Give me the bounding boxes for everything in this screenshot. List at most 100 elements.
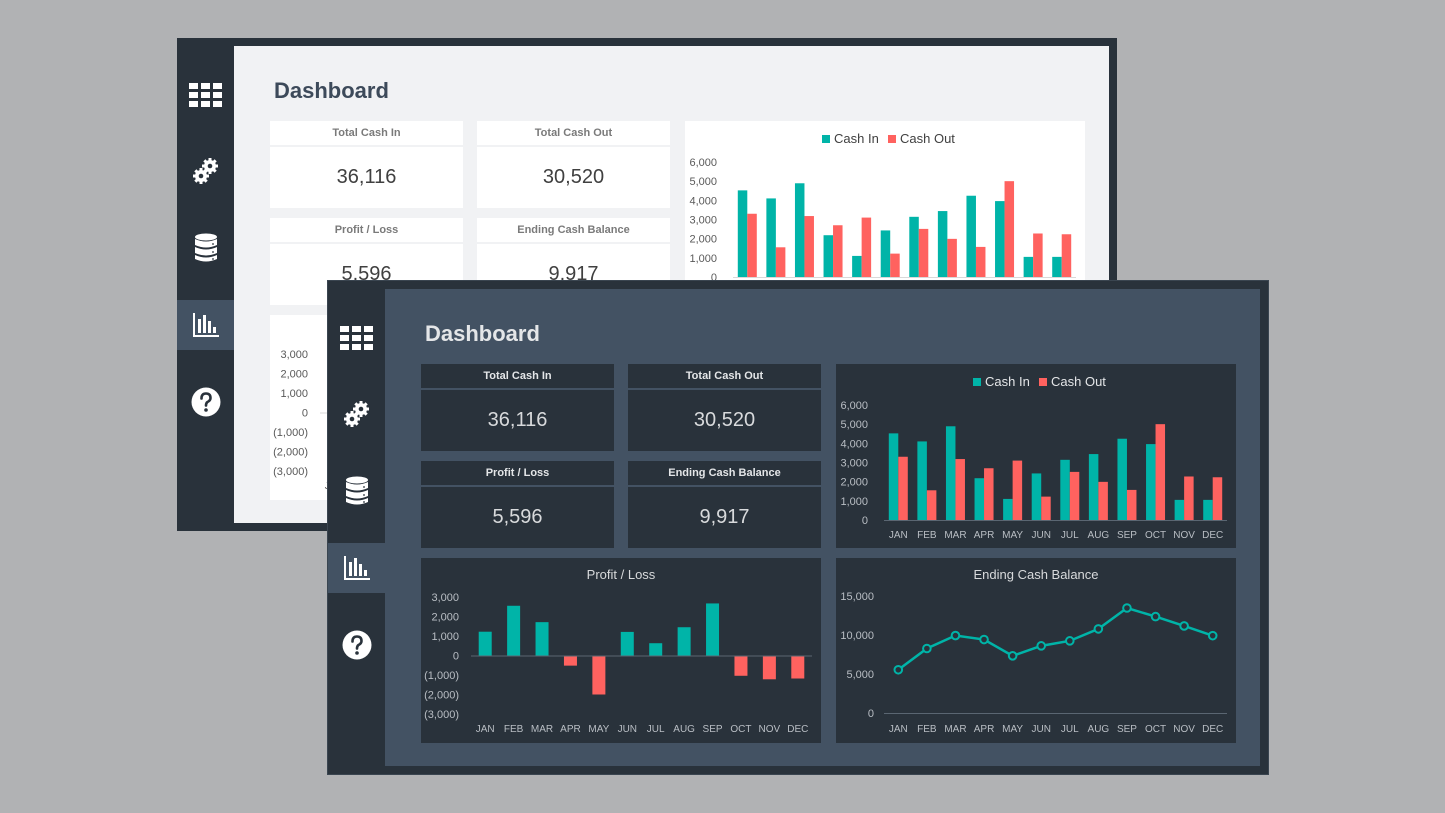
cash-in-out-chart: Cash In Cash Out 0 1,000 2,000 3,000 4,000 5,00… <box>685 121 1085 305</box>
x-tick-label: APR <box>974 530 995 541</box>
y-tick-label: 10,000 <box>840 630 874 642</box>
bar-cash-out-jul <box>918 228 929 277</box>
x-tick-label: JUN <box>1031 724 1050 735</box>
legend-label: Cash Out <box>1051 374 1106 389</box>
card-total-cash-in: Total Cash In 36,116 <box>270 121 463 208</box>
bar-chart-icon <box>192 311 220 339</box>
sidebar-item-bar-chart[interactable] <box>177 300 234 350</box>
y-tick-label: 5,000 <box>846 669 874 681</box>
card-value: 36,116 <box>270 147 463 208</box>
point-jul <box>1064 636 1075 646</box>
point-nov <box>1179 621 1189 631</box>
bar-cash-in-jun <box>880 230 891 277</box>
legend-swatch-cash-in <box>973 378 981 386</box>
bar-cash-out-oct <box>1004 181 1015 277</box>
gears-icon <box>343 400 371 428</box>
card-total-cash-out: Total Cash Out 30,520 <box>477 121 670 208</box>
bar-cash-out-jun <box>890 253 900 277</box>
x-tick-label: AUG <box>673 724 695 735</box>
legend: Cash In Cash Out <box>822 131 955 146</box>
card-value: 30,520 <box>628 390 821 451</box>
y-tick-label: 4,000 <box>689 195 717 207</box>
point-mar <box>950 630 961 641</box>
bar-cash-in-nov <box>1023 256 1034 277</box>
bar-cash-in-may <box>852 255 862 277</box>
sidebar-item-gears[interactable] <box>328 389 385 439</box>
y-tick-label: 2,000 <box>689 234 717 246</box>
sidebar-item-database[interactable] <box>328 466 385 516</box>
bar-cash-out-sep <box>1126 489 1137 520</box>
card-value: 5,596 <box>421 487 614 548</box>
bar-profit-loss-nov <box>762 655 776 680</box>
card-label: Total Cash Out <box>477 121 670 145</box>
y-tick-label: 1,000 <box>431 631 459 643</box>
x-tick-label: DEC <box>787 724 808 735</box>
legend-swatch-cash-in <box>822 135 830 143</box>
point-sep <box>1122 603 1132 613</box>
bar-cash-in-dec <box>1052 256 1062 277</box>
y-tick-label: (3,000) <box>424 709 459 721</box>
bar-cash-out-nov <box>1184 476 1194 520</box>
y-tick-label: (3,000) <box>273 466 308 478</box>
sidebar-item-bar-chart[interactable] <box>328 543 385 593</box>
y-tick-label: 3,000 <box>280 349 308 361</box>
dashboard-content: Dashboard Total Cash In 36,116 Total Cas… <box>385 289 1260 766</box>
point-aug <box>1093 624 1104 634</box>
x-tick-label: AUG <box>1088 530 1110 541</box>
gears-icon <box>192 157 220 185</box>
x-tick-label: OCT <box>1145 530 1166 541</box>
bar-profit-loss-jul <box>649 643 663 656</box>
x-tick-label: OCT <box>730 724 751 735</box>
bar-cash-in-mar <box>945 426 956 520</box>
y-tick-label: 2,000 <box>840 477 868 489</box>
bar-cash-out-aug <box>1098 481 1108 520</box>
sidebar-item-help[interactable] <box>328 620 385 670</box>
bar-cash-in-jul <box>1060 459 1070 520</box>
y-tick-label: 6,000 <box>689 157 717 169</box>
y-tick-label: 0 <box>862 515 868 527</box>
x-tick-label: MAR <box>944 724 966 735</box>
bar-cash-out-jun <box>1041 496 1051 520</box>
bar-cash-in-feb <box>766 198 776 277</box>
x-tick-label: JAN <box>476 724 495 735</box>
x-tick-label: FEB <box>917 530 937 541</box>
sidebar-item-help[interactable] <box>177 377 234 427</box>
card-label: Ending Cash Balance <box>477 218 670 242</box>
bar-cash-out-may <box>861 217 872 277</box>
card-value: 30,520 <box>477 147 670 208</box>
x-tick-label: MAY <box>1002 530 1023 541</box>
bar-profit-loss-aug <box>677 627 691 656</box>
y-tick-label: 1,000 <box>689 253 717 265</box>
sidebar-item-gears[interactable] <box>177 146 234 196</box>
sidebar-item-database[interactable] <box>177 223 234 273</box>
bar-cash-out-sep <box>975 246 986 277</box>
bar-cash-in-sep <box>966 195 976 277</box>
bar-cash-out-apr <box>984 468 994 520</box>
x-tick-label: JUL <box>647 724 665 735</box>
sidebar-item-grid[interactable] <box>328 313 385 363</box>
bar-profit-loss-apr <box>563 655 577 666</box>
card-label: Ending Cash Balance <box>628 461 821 485</box>
bar-cash-out-apr <box>833 225 843 277</box>
bar-profit-loss-dec <box>791 655 805 679</box>
sidebar-item-grid[interactable] <box>177 70 234 120</box>
x-tick-label: MAY <box>1002 724 1023 735</box>
x-tick-label: NOV <box>1173 530 1195 541</box>
bar-cash-in-jun <box>1031 473 1042 520</box>
bar-cash-out-dec <box>1212 477 1223 520</box>
y-tick-label: 0 <box>868 708 874 720</box>
x-tick-label: APR <box>974 724 995 735</box>
card-profit-loss: Profit / Loss 5,596 <box>421 461 614 548</box>
card-total-cash-out: Total Cash Out 30,520 <box>628 364 821 451</box>
y-tick-label: 4,000 <box>840 438 868 450</box>
bar-profit-loss-may <box>592 655 606 695</box>
x-tick-label: JUN <box>1031 530 1050 541</box>
x-tick-label: APR <box>560 724 581 735</box>
chart-title: Ending Cash Balance <box>973 567 1098 582</box>
cash-in-out-chart: Cash In Cash Out 0 1,000 2,000 3,000 4,000 5,00… <box>836 364 1236 548</box>
bar-cash-out-jan <box>747 213 757 277</box>
y-tick-label: 6,000 <box>840 400 868 412</box>
card-label: Profit / Loss <box>421 461 614 485</box>
bar-profit-loss-feb <box>507 605 521 656</box>
balance-line <box>897 606 1214 671</box>
